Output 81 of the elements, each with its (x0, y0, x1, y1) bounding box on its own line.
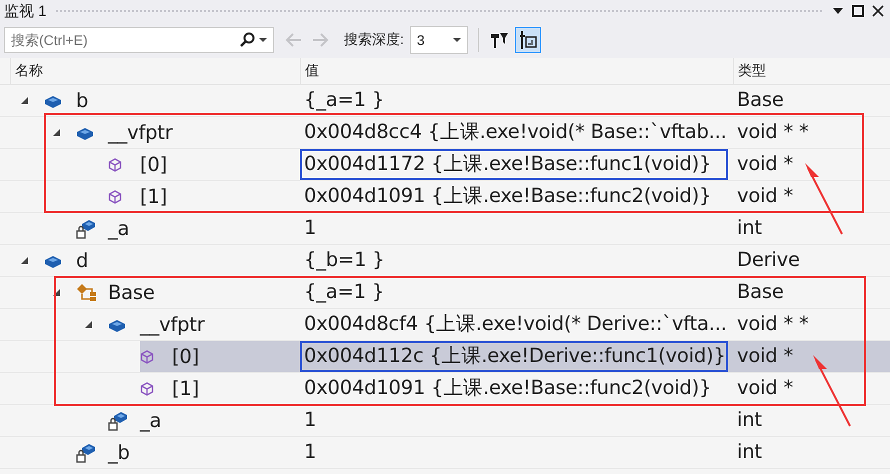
watch-row[interactable]: [1] 0x004d1091 {上课.exe!Base::func2(void)} void * (0, 373, 890, 405)
object-icon (44, 254, 62, 268)
caret-icon (452, 37, 461, 43)
variable-name: Base (108, 281, 155, 304)
object-icon (76, 126, 94, 140)
type-text: int (737, 441, 762, 464)
search-input[interactable]: 搜索(Ctrl+E) (9, 31, 235, 49)
caret-icon[interactable] (259, 37, 267, 43)
value-text: 0x004d1091 {上课.exe!Base::func2(void)} (304, 185, 712, 208)
type-text: void * (737, 345, 794, 368)
variable-name: [0] (140, 153, 168, 176)
value-text: {_b=1 } (304, 249, 384, 272)
watch-row[interactable]: [0] 0x004d112c {上课.exe!Derive::func1(void)} void * (0, 341, 890, 373)
close-icon[interactable] (872, 5, 884, 17)
variable-name: __vfptr (108, 121, 173, 144)
value-text: 1 (304, 217, 316, 240)
expanded-arrow-icon[interactable] (20, 96, 29, 105)
value-text: 0x004d8cf4 {上课.exe!void(* Derive::`vfta... (304, 313, 727, 336)
variable-name: _a (140, 409, 162, 432)
value-text: 0x004d112c {上课.exe!Derive::func1(void)} (304, 345, 726, 368)
watch-row[interactable]: __vfptr 0x004d8cc4 {上课.exe!void(* Base::`vftab... void * * (0, 117, 890, 149)
depth-dropdown[interactable]: 3 (410, 26, 468, 54)
column-header[interactable]: 名称 (10, 58, 300, 84)
object-icon (108, 318, 126, 332)
variable-name: b (76, 89, 88, 112)
class-hierarchy-icon (76, 282, 98, 302)
search-bar[interactable]: 搜索(Ctrl+E) (4, 27, 274, 53)
expanded-arrow-icon[interactable] (52, 128, 61, 137)
watch-row[interactable]: _a 1 int (0, 213, 890, 245)
type-text: void * * (737, 313, 809, 336)
cube-icon (108, 190, 122, 204)
cube-icon (140, 350, 154, 364)
variable-name: _a (108, 217, 130, 240)
object-icon (44, 94, 62, 108)
window-title: 监视 1 (4, 2, 47, 20)
value-text: 1 (304, 441, 316, 464)
type-text: void * (737, 377, 794, 400)
column-header[interactable]: 类型 (733, 58, 890, 84)
variable-name: [1] (140, 185, 168, 208)
expanded-arrow-icon[interactable] (84, 320, 93, 329)
expanded-arrow-icon[interactable] (20, 256, 29, 265)
type-text: Base (737, 89, 784, 112)
expanded-arrow-icon[interactable] (52, 288, 61, 297)
watch-row[interactable]: d {_b=1 } Derive (0, 245, 890, 277)
type-text: Derive (737, 249, 800, 272)
watch-row[interactable]: __vfptr 0x004d8cf4 {上课.exe!void(* Derive::`vfta... void * * (0, 309, 890, 341)
value-text: 0x004d8cc4 {上课.exe!void(* Base::`vftab... (304, 121, 727, 144)
pin-filter-icon[interactable] (488, 30, 509, 50)
maximize-icon[interactable] (852, 5, 864, 17)
cube-icon (140, 382, 154, 396)
value-text: {_a=1 } (304, 281, 384, 304)
type-text: Base (737, 281, 784, 304)
type-text: void * * (737, 121, 809, 144)
column-header[interactable]: 值 (300, 58, 733, 84)
type-text: void * (737, 185, 794, 208)
value-text: {_a=1 } (304, 89, 384, 112)
locked-field-icon (76, 442, 96, 462)
tab-text-icon (518, 30, 537, 50)
value-text: 0x004d1172 {上课.exe!Base::func1(void)} (304, 153, 712, 176)
watch-row[interactable]: b {_a=1 } Base (0, 85, 890, 117)
value-text: 1 (304, 409, 316, 432)
depth-label: 搜索深度: (344, 31, 404, 49)
watch-row[interactable]: [0] 0x004d1172 {上课.exe!Base::func1(void)} void * (0, 149, 890, 181)
type-text: void * (737, 153, 794, 176)
variable-name: _b (108, 441, 130, 464)
watch-row[interactable]: _a 1 int (0, 405, 890, 437)
variable-name: __vfptr (140, 313, 205, 336)
variable-name: [0] (172, 345, 200, 368)
watch-row[interactable]: _b 1 int (0, 437, 890, 469)
hex-display-toggle[interactable] (514, 27, 541, 53)
variable-name: d (76, 249, 88, 272)
search-icon[interactable] (239, 32, 255, 48)
watch-row[interactable]: [1] 0x004d1091 {上课.exe!Base::func2(void)} void * (0, 181, 890, 213)
locked-field-icon (76, 218, 96, 238)
value-text: 0x004d1091 {上课.exe!Base::func2(void)} (304, 377, 712, 400)
type-text: int (737, 217, 762, 240)
watch-row[interactable]: Base {_a=1 } Base (0, 277, 890, 309)
cube-icon (108, 158, 122, 172)
variable-name: [1] (172, 377, 200, 400)
locked-field-icon (108, 410, 128, 430)
type-text: int (737, 409, 762, 432)
